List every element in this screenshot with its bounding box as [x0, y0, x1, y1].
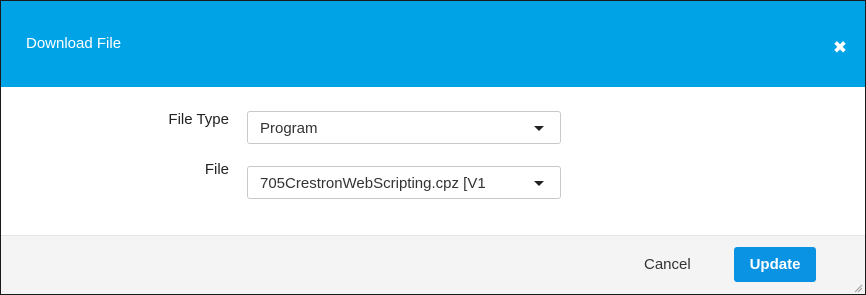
file-label: File — [204, 161, 229, 178]
dialog-header: Download File ✖ — [1, 1, 865, 87]
chevron-down-icon — [534, 126, 544, 131]
resize-grip-icon[interactable] — [853, 283, 863, 293]
file-type-select[interactable]: Program — [247, 111, 561, 144]
download-file-dialog: Download File ✖ File Type Program File 7… — [0, 0, 866, 295]
dialog-footer: Cancel Update — [1, 235, 865, 294]
file-selected-value: 705CrestronWebScripting.cpz [V1 — [260, 175, 486, 192]
update-button[interactable]: Update — [734, 247, 816, 282]
dialog-body: File Type Program File 705CrestronWebScr… — [1, 87, 865, 235]
close-icon[interactable]: ✖ — [831, 39, 849, 57]
cancel-button[interactable]: Cancel — [644, 256, 691, 274]
file-type-selected-value: Program — [260, 120, 318, 137]
chevron-down-icon — [534, 181, 544, 186]
dialog-title: Download File — [26, 35, 122, 52]
file-type-label: File Type — [168, 111, 229, 128]
file-select[interactable]: 705CrestronWebScripting.cpz [V1 — [247, 166, 561, 199]
